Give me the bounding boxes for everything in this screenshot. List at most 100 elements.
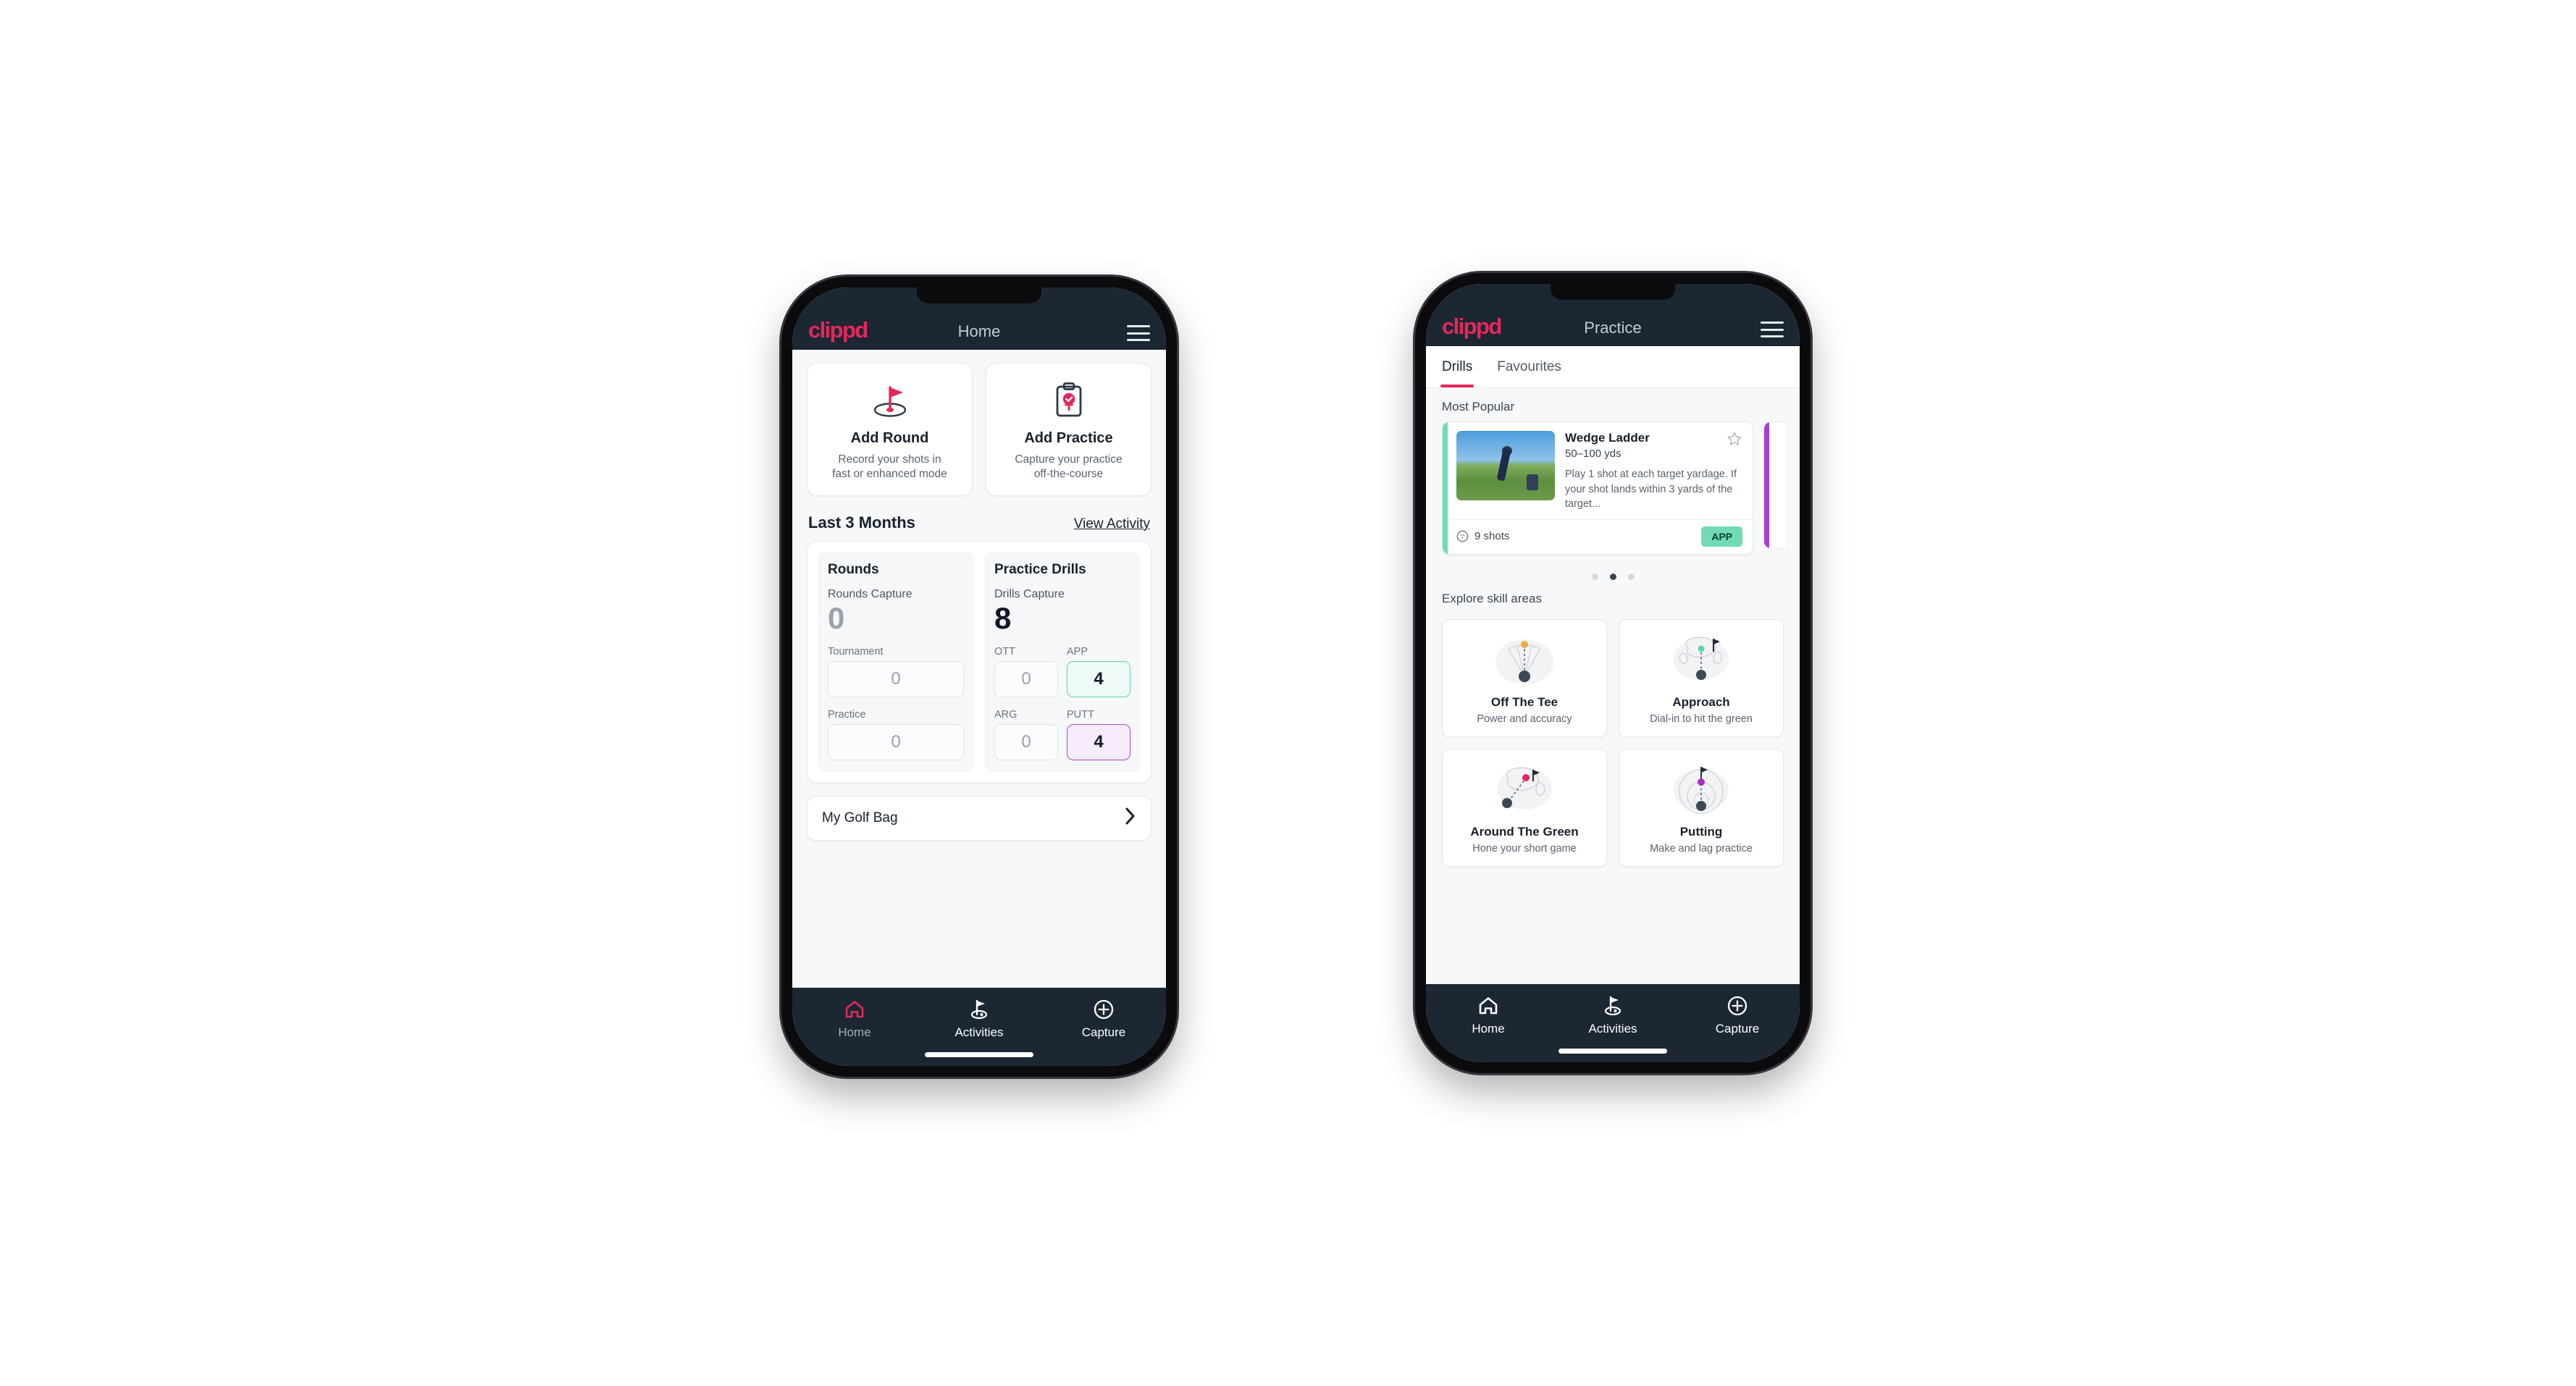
hamburger-menu-icon[interactable] bbox=[1127, 325, 1150, 341]
add-round-subtitle-l2: fast or enhanced mode bbox=[832, 468, 947, 481]
next-drill-card-peek[interactable] bbox=[1763, 421, 1785, 549]
drill-meta: Wedge Ladder 50–100 yds Play 1 shot at e… bbox=[1565, 431, 1744, 512]
rounds-capture-value: 0 bbox=[828, 600, 845, 635]
arg-label: ARG bbox=[994, 709, 1018, 721]
add-practice-subtitle: Capture your practice off-the-course bbox=[1015, 453, 1122, 482]
nav-activities-label: Activities bbox=[1588, 1022, 1637, 1036]
hamburger-menu-icon[interactable] bbox=[1761, 322, 1784, 337]
practice-bottom-nav: Home Activities Capture bbox=[1426, 984, 1800, 1062]
home-indicator bbox=[1558, 1049, 1667, 1054]
nav-home-label: Home bbox=[838, 1025, 871, 1039]
arg-input[interactable]: 0 bbox=[994, 724, 1058, 760]
tee-shot-dispersion-icon bbox=[1495, 639, 1553, 684]
rounds-heading: Rounds bbox=[828, 561, 879, 577]
nav-home-label: Home bbox=[1472, 1022, 1505, 1036]
skill-title: Around The Green bbox=[1470, 825, 1579, 839]
most-popular-heading: Most Popular bbox=[1442, 400, 1515, 413]
nav-home[interactable]: Home bbox=[1426, 994, 1551, 1035]
putt-label: PUTT bbox=[1067, 709, 1094, 721]
add-round-subtitle: Record your shots in fast or enhanced mo… bbox=[832, 453, 947, 482]
section-title: Last 3 Months bbox=[808, 513, 915, 532]
clippd-logo[interactable]: clippd bbox=[1442, 315, 1502, 337]
drill-card-top: Wedge Ladder 50–100 yds Play 1 shot at e… bbox=[1443, 422, 1753, 519]
golf-ball-icon bbox=[1456, 530, 1469, 542]
practice-drills-heading: Practice Drills bbox=[994, 561, 1086, 577]
skill-card-putting[interactable]: Putting Make and lag practice bbox=[1619, 749, 1784, 867]
golf-bag-prop bbox=[1526, 474, 1538, 490]
nav-capture-label: Capture bbox=[1081, 1025, 1126, 1039]
skill-card-around-the-green[interactable]: Around The Green Hone your short game bbox=[1442, 749, 1607, 867]
putting-rings-icon bbox=[1674, 767, 1729, 814]
device-notch bbox=[1551, 284, 1675, 300]
clipboard-check-icon bbox=[1049, 378, 1089, 423]
nav-home[interactable]: Home bbox=[792, 998, 917, 1038]
app-input[interactable]: 4 bbox=[1067, 661, 1130, 697]
add-round-subtitle-l1: Record your shots in bbox=[838, 453, 941, 466]
add-practice-subtitle-l2: off-the-course bbox=[1033, 468, 1104, 481]
add-practice-title: Add Practice bbox=[1024, 430, 1113, 446]
skill-title: Approach bbox=[1672, 695, 1730, 709]
explore-skill-areas-heading: Explore skill areas bbox=[1442, 592, 1542, 605]
last-3-months-header: Last 3 Months View Activity bbox=[792, 496, 1166, 541]
nav-capture[interactable]: Capture bbox=[1041, 998, 1166, 1038]
approach-green-icon bbox=[1674, 637, 1729, 680]
nav-capture[interactable]: Capture bbox=[1675, 994, 1800, 1035]
phone-home: clippd Home Add Round Record your shots … bbox=[781, 277, 1177, 1077]
nav-activities[interactable]: Activities bbox=[1551, 994, 1675, 1054]
accent-strip-purple bbox=[1764, 422, 1769, 548]
skill-title: Putting bbox=[1679, 825, 1723, 839]
nav-activities[interactable]: Activities bbox=[917, 998, 1041, 1057]
drill-description: Play 1 shot at each target yardage. If y… bbox=[1565, 469, 1737, 511]
plus-circle-icon bbox=[1727, 996, 1748, 1016]
plus-circle-icon bbox=[1094, 999, 1114, 1020]
drill-shots-count: 9 shots bbox=[1474, 530, 1510, 543]
carousel-dot-2[interactable] bbox=[1609, 574, 1616, 580]
device-notch bbox=[917, 287, 1041, 303]
accent-strip-green bbox=[1443, 422, 1448, 554]
add-practice-card[interactable]: Add Practice Capture your practice off-t… bbox=[986, 363, 1151, 496]
practice-drills-column: Practice Drills Drills Capture 8 OTT 0 A… bbox=[984, 551, 1141, 772]
carousel-dots[interactable] bbox=[1426, 565, 1800, 580]
practice-input[interactable]: 0 bbox=[828, 724, 964, 760]
add-round-card[interactable]: Add Round Record your shots in fast or e… bbox=[807, 363, 973, 496]
carousel-dot-3[interactable] bbox=[1627, 574, 1635, 580]
practice-content: Drills Favourites Most Popular Wedge Lad… bbox=[1426, 346, 1800, 984]
drill-card-wedge-ladder[interactable]: Wedge Ladder 50–100 yds Play 1 shot at e… bbox=[1442, 421, 1753, 555]
rounds-column: Rounds Rounds Capture 0 Tournament 0 Pra… bbox=[818, 551, 974, 772]
ott-input[interactable]: 0 bbox=[994, 661, 1058, 697]
home-bottom-nav: Home Activities Capture bbox=[792, 988, 1166, 1066]
star-outline-icon[interactable] bbox=[1727, 431, 1742, 450]
my-golf-bag-row[interactable]: My Golf Bag bbox=[807, 796, 1151, 841]
carousel-dot-1[interactable] bbox=[1591, 574, 1598, 580]
tab-drills[interactable]: Drills bbox=[1440, 346, 1485, 387]
tab-favourites[interactable]: Favourites bbox=[1497, 346, 1574, 387]
quick-actions-row: Add Round Record your shots in fast or e… bbox=[792, 350, 1166, 496]
drill-card-footer: 9 shots APP bbox=[1443, 518, 1753, 554]
nav-activities-label: Activities bbox=[955, 1025, 1004, 1039]
phone-practice: clippd Practice Drills Favourites Most P… bbox=[1415, 273, 1811, 1073]
home-icon bbox=[1479, 997, 1498, 1015]
home-indicator bbox=[925, 1052, 1033, 1057]
skill-card-off-the-tee[interactable]: Off The Tee Power and accuracy bbox=[1442, 619, 1607, 737]
view-activity-link[interactable]: View Activity bbox=[1074, 516, 1150, 532]
putt-input[interactable]: 4 bbox=[1067, 724, 1130, 760]
skill-card-approach[interactable]: Approach Dial-in to hit the green bbox=[1619, 619, 1784, 737]
drills-row-2: ARG 0 PUTT 4 bbox=[994, 697, 1130, 760]
drill-thumbnail bbox=[1456, 431, 1555, 500]
drill-tag-badge: APP bbox=[1701, 526, 1742, 547]
tournament-label: Tournament bbox=[828, 646, 884, 658]
drills-capture-value: 8 bbox=[994, 600, 1012, 635]
skill-subtitle: Make and lag practice bbox=[1650, 843, 1753, 854]
clippd-logo[interactable]: clippd bbox=[808, 319, 868, 341]
ott-label: OTT bbox=[994, 646, 1015, 658]
drill-carousel[interactable]: Wedge Ladder 50–100 yds Play 1 shot at e… bbox=[1426, 421, 1800, 565]
home-screen: clippd Home Add Round Record your shots … bbox=[792, 287, 1166, 1066]
practice-tabs: Drills Favourites bbox=[1426, 346, 1800, 388]
golf-flag-icon bbox=[970, 999, 988, 1020]
skill-subtitle: Dial-in to hit the green bbox=[1650, 713, 1753, 725]
tournament-input[interactable]: 0 bbox=[828, 661, 964, 697]
drills-capture-label: Drills Capture bbox=[994, 587, 1065, 600]
drill-title: Wedge Ladder bbox=[1565, 431, 1650, 445]
golf-flag-hole-icon bbox=[868, 378, 912, 423]
practice-screen: clippd Practice Drills Favourites Most P… bbox=[1426, 284, 1800, 1062]
